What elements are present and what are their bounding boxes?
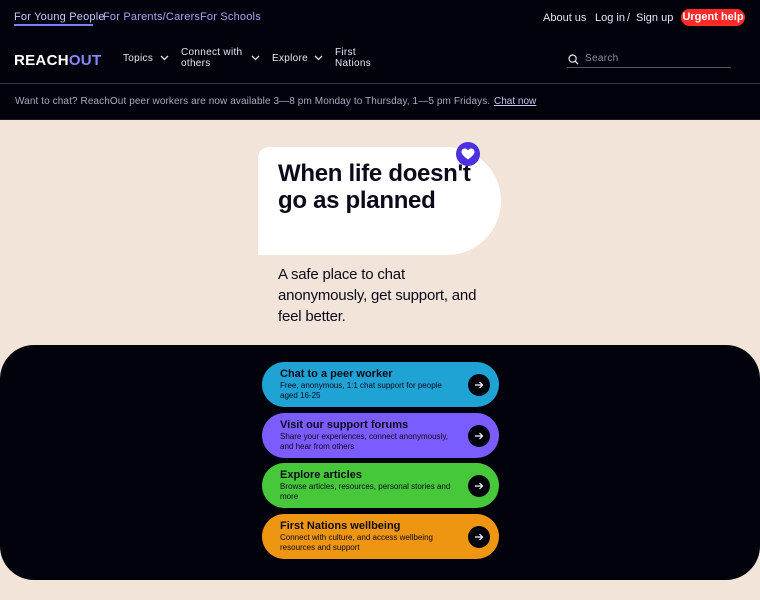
login-signup-separator: / xyxy=(627,12,631,24)
heart-badge xyxy=(456,142,480,166)
logo-text-out: OUT xyxy=(68,52,102,69)
card-title: Chat to a peer worker xyxy=(280,368,393,380)
urgent-help-button[interactable]: Urgent help xyxy=(681,9,745,26)
nav-topics[interactable]: Topics xyxy=(123,53,153,64)
chevron-down-icon[interactable] xyxy=(160,55,169,61)
hero-title: When life doesn't go as planned xyxy=(278,160,471,214)
card-title: Visit our support forums xyxy=(280,419,409,431)
announcement-banner: Want to chat? ReachOut peer workers are … xyxy=(0,84,760,120)
card-first-nations-wellbeing[interactable]: First Nations wellbeing Connect with cul… xyxy=(262,514,499,559)
audience-tab-parents-carers[interactable]: For Parents/Carers xyxy=(103,11,200,23)
card-description: Free, anonymous, 1:1 chat support for pe… xyxy=(280,381,442,400)
main-navbar: REACHOUT Topics Connect with others Expl… xyxy=(0,36,760,83)
card-chat-peer-worker[interactable]: Chat to a peer worker Free, anonymous, 1… xyxy=(262,362,499,407)
audience-tab-young-people[interactable]: For Young People xyxy=(14,11,105,23)
search-input[interactable]: Search xyxy=(585,53,619,64)
card-description: Browse articles, resources, personal sto… xyxy=(280,482,451,501)
search-underline xyxy=(567,67,731,68)
chevron-down-icon[interactable] xyxy=(314,55,323,61)
logo-text-reach: REACH xyxy=(14,52,69,69)
card-description: Share your experiences, connect anonymou… xyxy=(280,432,448,451)
arrow-right-icon[interactable] xyxy=(468,475,490,497)
card-title: First Nations wellbeing xyxy=(280,520,401,532)
about-us-link[interactable]: About us xyxy=(543,12,586,24)
login-link[interactable]: Log in xyxy=(595,12,625,24)
card-support-forums[interactable]: Visit our support forums Share your expe… xyxy=(262,413,499,458)
chevron-down-icon[interactable] xyxy=(251,55,260,61)
announcement-text: Want to chat? ReachOut peer workers are … xyxy=(15,96,491,107)
chat-now-link[interactable]: Chat now xyxy=(494,96,536,107)
nav-connect-with-others[interactable]: Connect with others xyxy=(181,47,247,69)
nav-explore[interactable]: Explore xyxy=(272,53,308,64)
signup-link[interactable]: Sign up xyxy=(636,12,673,24)
heart-icon xyxy=(461,148,475,160)
audience-tab-schools[interactable]: For Schools xyxy=(200,11,261,23)
hero-subtitle: A safe place to chat anonymously, get su… xyxy=(278,266,477,325)
arrow-right-icon[interactable] xyxy=(468,374,490,396)
reachout-logo[interactable]: REACHOUT xyxy=(14,52,101,69)
active-tab-underline xyxy=(14,24,93,26)
nav-first-nations[interactable]: First Nations xyxy=(335,47,379,69)
card-title: Explore articles xyxy=(280,469,362,481)
audience-bar: For Young People For Parents/Carers For … xyxy=(0,0,760,36)
search-icon[interactable] xyxy=(568,54,579,65)
card-description: Connect with culture, and access wellbei… xyxy=(280,533,433,552)
arrow-right-icon[interactable] xyxy=(468,526,490,548)
card-explore-articles[interactable]: Explore articles Browse articles, resour… xyxy=(262,463,499,508)
arrow-right-icon[interactable] xyxy=(468,425,490,447)
